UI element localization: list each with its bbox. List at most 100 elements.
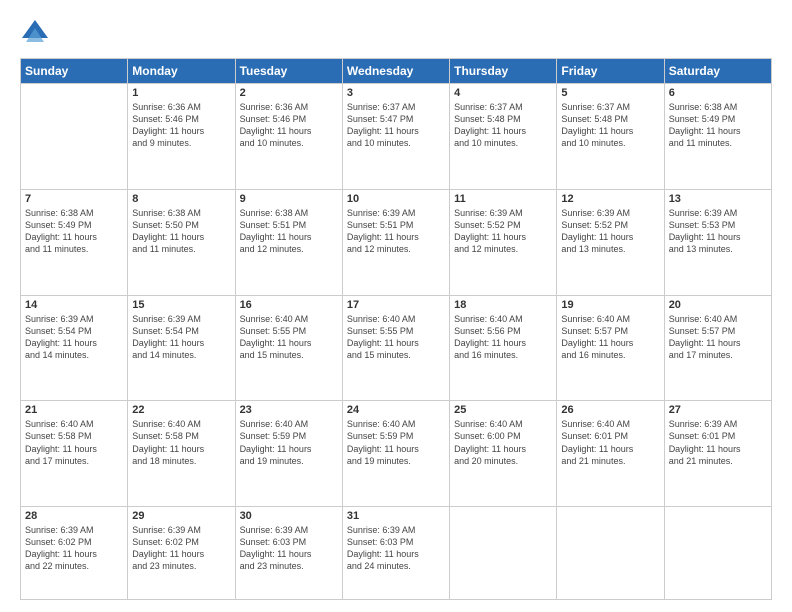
day-info: Sunrise: 6:38 AM Sunset: 5:51 PM Dayligh… bbox=[240, 207, 338, 256]
day-number: 31 bbox=[347, 510, 445, 522]
calendar-header-row: SundayMondayTuesdayWednesdayThursdayFrid… bbox=[21, 59, 772, 84]
day-info: Sunrise: 6:39 AM Sunset: 5:54 PM Dayligh… bbox=[132, 313, 230, 362]
day-header-saturday: Saturday bbox=[664, 59, 771, 84]
header bbox=[20, 18, 772, 48]
calendar-cell: 22 Sunrise: 6:40 AM Sunset: 5:58 PM Dayli… bbox=[128, 401, 235, 507]
day-number: 7 bbox=[25, 193, 123, 205]
day-info: Sunrise: 6:39 AM Sunset: 5:52 PM Dayligh… bbox=[561, 207, 659, 256]
day-info: Sunrise: 6:39 AM Sunset: 6:02 PM Dayligh… bbox=[25, 524, 123, 573]
calendar-cell: 30Sunrise: 6:39 AM Sunset: 6:03 PM Dayli… bbox=[235, 507, 342, 600]
day-number: 21 bbox=[25, 404, 123, 416]
day-info: Sunrise: 6:39 AM Sunset: 6:02 PM Dayligh… bbox=[132, 524, 230, 573]
calendar-cell: 7 Sunrise: 6:38 AM Sunset: 5:49 PM Daylig… bbox=[21, 189, 128, 295]
calendar-cell: 28 Sunrise: 6:39 AM Sunset: 6:02 PM Dayli… bbox=[21, 507, 128, 600]
calendar-cell: 24Sunrise: 6:40 AM Sunset: 5:59 PM Dayli… bbox=[342, 401, 449, 507]
day-number: 6 bbox=[669, 87, 767, 99]
day-number: 26 bbox=[561, 404, 659, 416]
day-number: 4 bbox=[454, 87, 552, 99]
day-info: Sunrise: 6:40 AM Sunset: 5:55 PM Dayligh… bbox=[240, 313, 338, 362]
day-info: Sunrise: 6:40 AM Sunset: 5:58 PM Dayligh… bbox=[25, 418, 123, 467]
calendar-cell: 19 Sunrise: 6:40 AM Sunset: 5:57 PM Dayli… bbox=[557, 295, 664, 401]
logo-icon bbox=[20, 18, 50, 48]
calendar-cell: 27 Sunrise: 6:39 AM Sunset: 6:01 PM Dayli… bbox=[664, 401, 771, 507]
day-info: Sunrise: 6:37 AM Sunset: 5:48 PM Dayligh… bbox=[561, 101, 659, 150]
calendar-cell bbox=[450, 507, 557, 600]
calendar-cell: 10 Sunrise: 6:39 AM Sunset: 5:51 PM Dayli… bbox=[342, 189, 449, 295]
day-info: Sunrise: 6:37 AM Sunset: 5:47 PM Dayligh… bbox=[347, 101, 445, 150]
day-number: 2 bbox=[240, 87, 338, 99]
day-header-tuesday: Tuesday bbox=[235, 59, 342, 84]
calendar-cell: 12 Sunrise: 6:39 AM Sunset: 5:52 PM Dayli… bbox=[557, 189, 664, 295]
calendar-cell bbox=[557, 507, 664, 600]
day-number: 17 bbox=[347, 299, 445, 311]
day-header-sunday: Sunday bbox=[21, 59, 128, 84]
day-number: 10 bbox=[347, 193, 445, 205]
day-info: Sunrise: 6:40 AM Sunset: 5:58 PM Dayligh… bbox=[132, 418, 230, 467]
day-info: Sunrise: 6:40 AM Sunset: 6:01 PM Dayligh… bbox=[561, 418, 659, 467]
page: SundayMondayTuesdayWednesdayThursdayFrid… bbox=[0, 0, 792, 612]
calendar-cell: 17 Sunrise: 6:40 AM Sunset: 5:55 PM Dayli… bbox=[342, 295, 449, 401]
calendar-cell: 8Sunrise: 6:38 AM Sunset: 5:50 PM Daylig… bbox=[128, 189, 235, 295]
day-number: 30 bbox=[240, 510, 338, 522]
calendar-cell: 16 Sunrise: 6:40 AM Sunset: 5:55 PM Dayli… bbox=[235, 295, 342, 401]
week-row-1: 1Sunrise: 6:36 AM Sunset: 5:46 PM Daylig… bbox=[21, 84, 772, 190]
day-number: 15 bbox=[132, 299, 230, 311]
day-header-monday: Monday bbox=[128, 59, 235, 84]
day-number: 27 bbox=[669, 404, 767, 416]
day-number: 22 bbox=[132, 404, 230, 416]
day-info: Sunrise: 6:39 AM Sunset: 5:51 PM Dayligh… bbox=[347, 207, 445, 256]
calendar-cell: 9 Sunrise: 6:38 AM Sunset: 5:51 PM Daylig… bbox=[235, 189, 342, 295]
day-info: Sunrise: 6:39 AM Sunset: 6:01 PM Dayligh… bbox=[669, 418, 767, 467]
calendar-cell: 25Sunrise: 6:40 AM Sunset: 6:00 PM Dayli… bbox=[450, 401, 557, 507]
logo bbox=[20, 18, 54, 48]
day-number: 9 bbox=[240, 193, 338, 205]
day-info: Sunrise: 6:38 AM Sunset: 5:49 PM Dayligh… bbox=[25, 207, 123, 256]
calendar-cell: 29 Sunrise: 6:39 AM Sunset: 6:02 PM Dayli… bbox=[128, 507, 235, 600]
calendar-cell: 3 Sunrise: 6:37 AM Sunset: 5:47 PM Daylig… bbox=[342, 84, 449, 190]
calendar-cell: 21 Sunrise: 6:40 AM Sunset: 5:58 PM Dayli… bbox=[21, 401, 128, 507]
day-info: Sunrise: 6:40 AM Sunset: 5:56 PM Dayligh… bbox=[454, 313, 552, 362]
day-header-thursday: Thursday bbox=[450, 59, 557, 84]
day-info: Sunrise: 6:39 AM Sunset: 5:54 PM Dayligh… bbox=[25, 313, 123, 362]
calendar-cell: 4 Sunrise: 6:37 AM Sunset: 5:48 PM Daylig… bbox=[450, 84, 557, 190]
calendar-cell bbox=[21, 84, 128, 190]
calendar-cell: 6 Sunrise: 6:38 AM Sunset: 5:49 PM Daylig… bbox=[664, 84, 771, 190]
day-number: 12 bbox=[561, 193, 659, 205]
week-row-2: 7 Sunrise: 6:38 AM Sunset: 5:49 PM Daylig… bbox=[21, 189, 772, 295]
day-number: 16 bbox=[240, 299, 338, 311]
day-number: 13 bbox=[669, 193, 767, 205]
day-number: 5 bbox=[561, 87, 659, 99]
day-header-friday: Friday bbox=[557, 59, 664, 84]
day-number: 14 bbox=[25, 299, 123, 311]
week-row-5: 28 Sunrise: 6:39 AM Sunset: 6:02 PM Dayli… bbox=[21, 507, 772, 600]
day-info: Sunrise: 6:39 AM Sunset: 5:52 PM Dayligh… bbox=[454, 207, 552, 256]
day-info: Sunrise: 6:38 AM Sunset: 5:49 PM Dayligh… bbox=[669, 101, 767, 150]
day-info: Sunrise: 6:36 AM Sunset: 5:46 PM Dayligh… bbox=[132, 101, 230, 150]
day-number: 19 bbox=[561, 299, 659, 311]
day-info: Sunrise: 6:40 AM Sunset: 5:57 PM Dayligh… bbox=[669, 313, 767, 362]
calendar-cell: 15 Sunrise: 6:39 AM Sunset: 5:54 PM Dayli… bbox=[128, 295, 235, 401]
day-number: 20 bbox=[669, 299, 767, 311]
calendar-cell: 11Sunrise: 6:39 AM Sunset: 5:52 PM Dayli… bbox=[450, 189, 557, 295]
day-header-wednesday: Wednesday bbox=[342, 59, 449, 84]
calendar-cell: 1Sunrise: 6:36 AM Sunset: 5:46 PM Daylig… bbox=[128, 84, 235, 190]
calendar-table: SundayMondayTuesdayWednesdayThursdayFrid… bbox=[20, 58, 772, 600]
calendar-cell: 2 Sunrise: 6:36 AM Sunset: 5:46 PM Daylig… bbox=[235, 84, 342, 190]
day-info: Sunrise: 6:40 AM Sunset: 5:57 PM Dayligh… bbox=[561, 313, 659, 362]
day-number: 8 bbox=[132, 193, 230, 205]
day-number: 23 bbox=[240, 404, 338, 416]
day-number: 18 bbox=[454, 299, 552, 311]
day-number: 3 bbox=[347, 87, 445, 99]
week-row-4: 21 Sunrise: 6:40 AM Sunset: 5:58 PM Dayli… bbox=[21, 401, 772, 507]
day-number: 24 bbox=[347, 404, 445, 416]
day-number: 29 bbox=[132, 510, 230, 522]
calendar-cell: 26 Sunrise: 6:40 AM Sunset: 6:01 PM Dayli… bbox=[557, 401, 664, 507]
day-info: Sunrise: 6:37 AM Sunset: 5:48 PM Dayligh… bbox=[454, 101, 552, 150]
calendar-cell: 14 Sunrise: 6:39 AM Sunset: 5:54 PM Dayli… bbox=[21, 295, 128, 401]
calendar-cell: 5 Sunrise: 6:37 AM Sunset: 5:48 PM Daylig… bbox=[557, 84, 664, 190]
day-info: Sunrise: 6:36 AM Sunset: 5:46 PM Dayligh… bbox=[240, 101, 338, 150]
day-info: Sunrise: 6:40 AM Sunset: 5:59 PM Dayligh… bbox=[240, 418, 338, 467]
day-number: 28 bbox=[25, 510, 123, 522]
day-info: Sunrise: 6:39 AM Sunset: 6:03 PM Dayligh… bbox=[347, 524, 445, 573]
day-info: Sunrise: 6:40 AM Sunset: 5:55 PM Dayligh… bbox=[347, 313, 445, 362]
